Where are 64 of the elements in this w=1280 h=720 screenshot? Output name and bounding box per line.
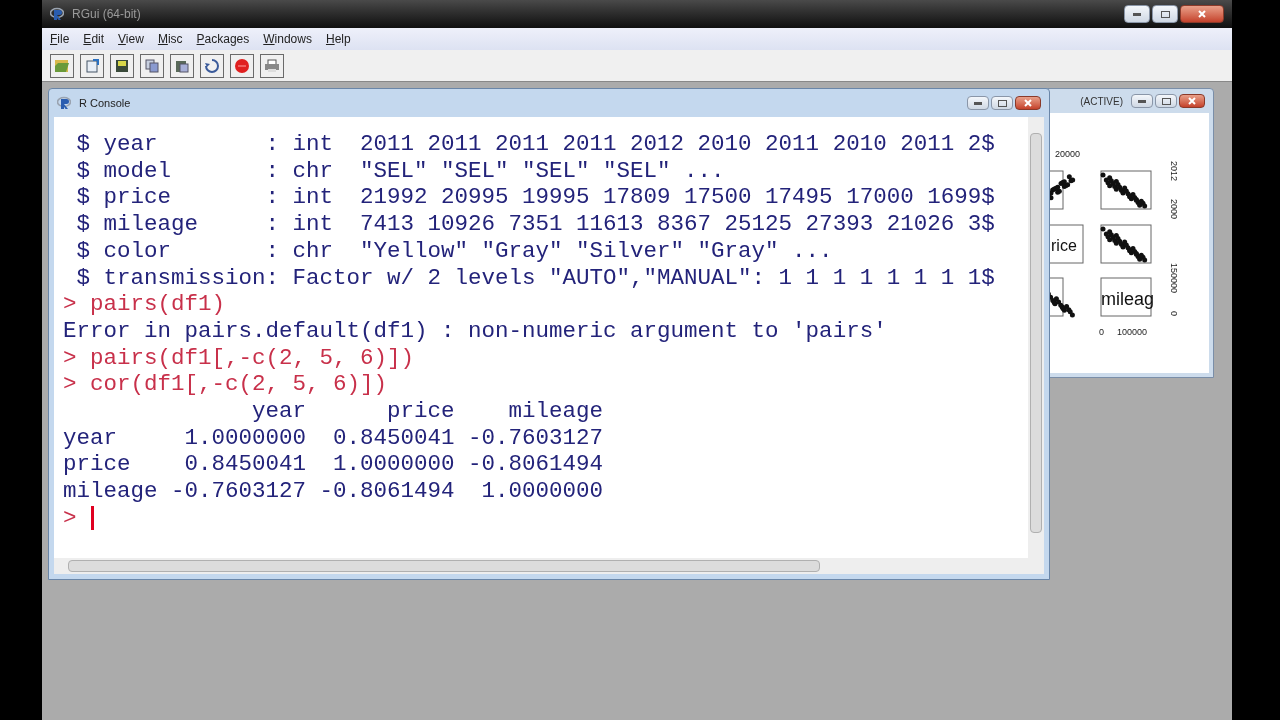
toolbar-button[interactable] [200,53,224,78]
console-output: $ model : chr "SEL" "SEL" "SEL" "SEL" ... [75,157,725,185]
refresh-icon [204,57,220,74]
console-output: $ color : chr "Yellow" "Gray" "Silver" "Gray" ... [75,237,833,265]
copy-icon [144,57,160,74]
close-icon [1198,10,1206,18]
menu-item[interactable]: View [118,30,144,48]
menu-item[interactable]: Misc [157,30,183,48]
minimize-button[interactable] [1124,5,1150,23]
close-icon [1188,97,1196,105]
minimize-icon [1138,99,1146,103]
r-logo-icon [50,7,64,21]
minimize-icon [1133,12,1141,16]
window-title: RGui (64-bit) [72,6,141,23]
window-title: (ACTIVE) [1080,94,1123,109]
toolbar-button[interactable] [260,53,284,78]
maximize-icon [1160,10,1170,18]
r-logo-icon [57,96,71,110]
console-output: price 0.8450041 1.0000000 -0.8061494 [63,451,604,479]
close-icon [1024,99,1032,107]
horizontal-scrollbar[interactable] [54,558,1044,574]
toolbar-button[interactable] [140,53,164,78]
text-cursor [90,506,94,531]
console-output: $ mileage : int 7413 10926 7351 11613 8367 25125 27393 21026 3$ [75,211,995,238]
maximize-icon [1161,97,1171,105]
toolbar-button[interactable] [50,53,74,78]
menu-item[interactable]: Edit [83,30,105,48]
close-button[interactable] [1180,5,1224,23]
minimize-button[interactable] [1131,94,1153,108]
toolbar-button[interactable] [230,53,254,78]
console-output: $ price : int 21992 20995 19995 17809 17500 17495 17000 1699$ [75,184,995,212]
maximize-button[interactable] [1152,5,1178,23]
console-prompt: > [63,504,77,532]
maximize-button[interactable] [1155,94,1177,108]
window-title: R Console [79,95,131,111]
minimize-icon [974,101,982,105]
toolbar-button[interactable] [170,53,194,78]
console-output: $ transmission: Factor w/ 2 levels "AUTO","MANUAL": 1 1 1 1 1 1 1 1$ [75,264,995,292]
scrollbar-thumb[interactable] [68,560,820,572]
scrollbar-thumb[interactable] [1030,133,1042,533]
console-command: > pairs(df1[,-c(2, 5, 6)]) [63,344,415,372]
document-icon [84,57,100,74]
toolbar-button[interactable] [80,53,104,78]
vertical-scrollbar[interactable] [1028,117,1044,558]
maximize-button[interactable] [991,96,1013,110]
printer-icon [264,57,280,74]
close-button[interactable] [1179,94,1205,108]
close-button[interactable] [1015,96,1041,110]
console-output: $ year : int 2011 2011 2011 2011 2012 2010 2011 2010 2011 2$ [75,131,995,158]
console-command: > cor(df1[,-c(2, 5, 6)]) [63,371,388,399]
console-command: > pairs(df1) [63,291,226,318]
toolbar-button[interactable] [110,53,134,78]
menu-item[interactable]: Packages [196,30,250,48]
menu-item[interactable]: Help [325,30,351,48]
console-output: Error in pairs.default(df1) : non-numeric argument to 'pairs' [63,317,887,345]
console-output: year 1.0000000 0.8450041 -0.7603127 [63,424,604,452]
console-output: mileage -0.7603127 -0.8061494 1.0000000 [63,478,604,505]
folder-icon [54,57,70,74]
menu-item[interactable]: File [50,30,70,48]
console-output: year price mileage [251,398,604,425]
minimize-button[interactable] [967,96,989,110]
menu-item[interactable]: Windows [263,30,312,48]
stop-icon [234,57,250,74]
maximize-icon [997,99,1007,107]
